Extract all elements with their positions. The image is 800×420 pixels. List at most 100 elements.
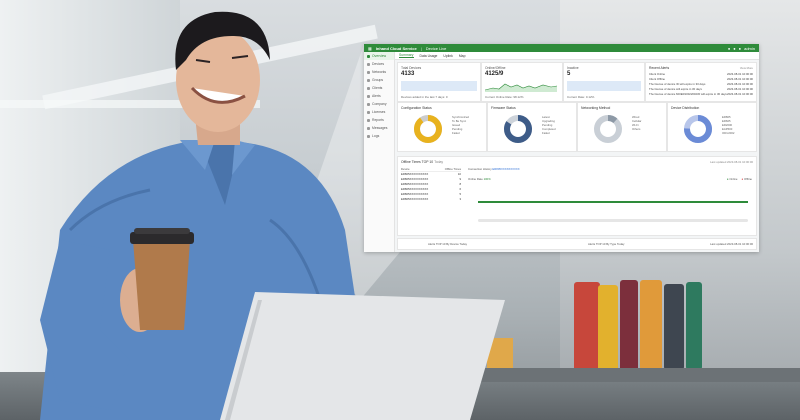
connection-history: Connection History ER805XXXXXXXXXX (468, 167, 520, 171)
alert-text: The license of device 600ER1002200230 wi… (649, 92, 727, 96)
alert-text: The license of device ID will expire in … (649, 82, 706, 86)
footer-bar: Alerts TOP 10 By Device Today Alerts TOP… (397, 238, 757, 250)
grid-menu-icon[interactable]: ▦ (368, 46, 372, 51)
kpi-label: Inactive (567, 66, 579, 70)
kpi-value: 4133 (401, 71, 415, 77)
kpi-online-sparkline (485, 83, 557, 92)
sidebar-item-messages[interactable]: Messages (364, 124, 394, 132)
legend-item: Others (632, 127, 641, 131)
firmware-donut (504, 115, 532, 143)
sidebar-item-label: Logs (372, 134, 380, 138)
history-device-link[interactable]: ER805XXXXXXXXXX (492, 167, 519, 171)
alert-row[interactable]: Client Online 2023-08-01 10:00:00 (649, 72, 753, 76)
footer-left: Alerts TOP 10 By Device Today (428, 242, 467, 246)
col-header: Offline Times (444, 167, 461, 171)
alert-time: 2023-08-01 10:00:00 (727, 82, 753, 86)
settings-icon[interactable]: ● (739, 46, 741, 51)
card-title: Firmware Status (491, 106, 516, 110)
timeline-scrollbar[interactable] (478, 219, 748, 222)
view-more-link[interactable]: View More (740, 66, 753, 70)
tab-data-usage[interactable]: Data Usage (420, 54, 438, 58)
legend-online: ● Online (726, 177, 738, 181)
online-rate-value: 100% (483, 177, 491, 181)
legend-offline: ● Offline (741, 177, 752, 181)
footer-left-period[interactable]: Today (460, 242, 467, 246)
table-row[interactable]: ER805XXXXXXXXXX 3 (401, 197, 461, 202)
sidebar-item-label: Devices (372, 62, 385, 66)
clients-icon (367, 86, 370, 90)
footer-mid-period[interactable]: Today (617, 242, 624, 246)
alerts-title: Recent Alerts (649, 66, 670, 70)
offline-title: Offline Times TOP 10 Today (401, 160, 443, 164)
alert-row[interactable]: The license of device 600ER1002200230 wi… (649, 92, 753, 96)
app-title: Inhand Cloud Service (375, 45, 417, 51)
devices-icon (367, 62, 370, 66)
alert-text: The license of device will expire in 30 … (649, 87, 702, 91)
sidebar-item-label: Clients (372, 86, 383, 90)
device-distribution-card: Device Distribution ER805 ER605 ER2000 E… (667, 102, 757, 152)
legend-item: ODU2002 (722, 131, 735, 135)
alert-row[interactable]: The license of device will expire in 30 … (649, 87, 753, 91)
history-label: Connection History (468, 167, 492, 171)
help-icon[interactable]: ● (733, 46, 735, 51)
last-updated: Last updated 2023-08-01 10:00:00 (710, 160, 753, 164)
offline-title-text: Offline Times TOP 10 (401, 160, 434, 164)
donut-legend: Latest Upgrading Pending Completed Faile… (542, 115, 556, 135)
sidebar-item-alerts[interactable]: Alerts (364, 92, 394, 100)
logs-icon (367, 134, 370, 138)
device-cell: ER805XXXXXXXXXX (401, 197, 429, 201)
sidebar-item-reports[interactable]: Reports (364, 116, 394, 124)
alert-text: Client Offline (649, 77, 665, 81)
product-name[interactable]: Device Live (426, 46, 447, 51)
offline-times-card: Offline Times TOP 10 Today Last updated … (397, 156, 757, 236)
period-select[interactable]: Today (434, 160, 443, 164)
alert-time: 2023-08-01 10:00:00 (727, 87, 753, 91)
times-cell: 3 (459, 197, 461, 201)
kpi-sub: Devices added in the last 7 days: 0 (401, 95, 448, 99)
sidebar-item-label: Licenses (372, 110, 386, 114)
status-legend: ● Online ● Offline (727, 177, 752, 181)
messages-icon (367, 126, 370, 130)
footer-mid: Alerts TOP 10 By Type Today (588, 242, 624, 246)
sidebar-item-label: Groups (372, 78, 384, 82)
sidebar-item-overview[interactable]: Overview (364, 52, 394, 60)
tab-uplink[interactable]: Uplink (443, 54, 452, 58)
card-title: Networking Method (581, 106, 611, 110)
distribution-donut (684, 115, 712, 143)
firmware-status-card: Firmware Status Latest Upgrading Pending… (487, 102, 577, 152)
card-title: Configuration Status (401, 106, 432, 110)
configuration-donut (414, 115, 442, 143)
main-content: Summary Data Usage Uplink Map Total Devi… (395, 52, 759, 252)
company-icon (367, 102, 370, 106)
kpi-online-offline: Online/Offline 4125/9 Current Online Rat… (481, 62, 563, 102)
donut-legend: ER805 ER605 ER2000 EAP600 ODU2002 (722, 115, 734, 135)
kpi-value: 5 (567, 71, 571, 77)
sidebar-item-licenses[interactable]: Licenses (364, 108, 394, 116)
sidebar-item-clients[interactable]: Clients (364, 84, 394, 92)
online-rate-label: Online Rate (468, 177, 483, 181)
kpi-label: Online/Offline (485, 66, 506, 70)
sidebar-item-devices[interactable]: Devices (364, 60, 394, 68)
user-menu[interactable]: admin (744, 46, 755, 51)
networking-donut (594, 115, 622, 143)
alert-time: 2023-08-01 10:00:00 (727, 92, 753, 96)
kpi-area-chart (401, 81, 477, 91)
footer-left-title: Alerts TOP 10 By Device (428, 242, 459, 246)
kpi-total-devices: Total Devices 4133 Devices added in the … (397, 62, 481, 102)
sidebar-item-logs[interactable]: Logs (364, 132, 394, 140)
sidebar-item-groups[interactable]: Groups (364, 76, 394, 84)
networking-method-card: Networking Method Wired Cellular Wi-Fi O… (577, 102, 667, 152)
alert-row[interactable]: Client Offline 2023-08-01 10:00:00 (649, 77, 753, 81)
donut-legend: Wired Cellular Wi-Fi Others (632, 115, 641, 131)
divider: | (420, 45, 422, 51)
tab-summary[interactable]: Summary (399, 53, 414, 58)
legend-offline-label: Offline (743, 177, 752, 181)
sidebar-item-networks[interactable]: Networks (364, 68, 394, 76)
alert-row[interactable]: The license of device ID will expire in … (649, 82, 753, 86)
offline-table: Device Offline Times ER805XXXXXXXXXX 10 ER… (401, 167, 461, 202)
sidebar-item-company[interactable]: Company (364, 100, 394, 108)
tab-map[interactable]: Map (459, 54, 466, 58)
sidebar-item-label: Reports (372, 118, 384, 122)
top-bar: ▦ Inhand Cloud Service | Device Live ● ●… (364, 44, 759, 52)
bell-icon[interactable]: ● (728, 46, 730, 51)
